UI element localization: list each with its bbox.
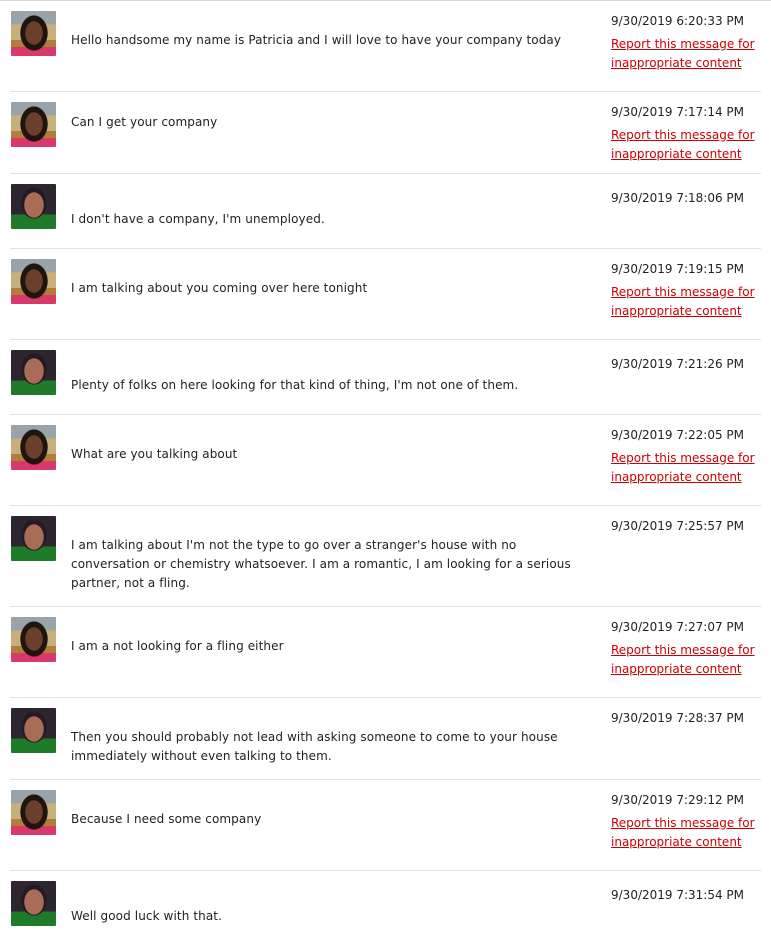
message-timestamp: 9/30/2019 7:18:06 PM	[611, 191, 745, 205]
message-text: Can I get your company	[71, 115, 218, 129]
man-avatar-icon[interactable]	[11, 184, 56, 229]
woman-avatar-icon[interactable]	[11, 11, 56, 56]
message-row: I am a not looking for a fling either 9/3…	[0, 607, 771, 698]
message-timestamp: 9/30/2019 7:27:07 PM	[611, 620, 745, 634]
message-timestamp: 9/30/2019 7:25:57 PM	[611, 519, 745, 533]
report-message-link[interactable]: Report this message for inappropriate co…	[611, 35, 761, 73]
woman-avatar-icon[interactable]	[11, 790, 56, 835]
message-text: I am talking about you coming over here …	[71, 281, 368, 295]
message-text: What are you talking about	[71, 447, 238, 461]
report-message-link[interactable]: Report this message for inappropriate co…	[611, 449, 761, 487]
report-message-link[interactable]: Report this message for inappropriate co…	[611, 814, 761, 852]
message-timestamp: 9/30/2019 7:17:14 PM	[611, 105, 745, 119]
report-message-link[interactable]: Report this message for inappropriate co…	[611, 283, 761, 321]
man-avatar-icon[interactable]	[11, 350, 56, 395]
message-thread: Hello handsome my name is Patricia and I…	[0, 1, 771, 942]
message-text: Plenty of folks on here looking for that…	[71, 378, 519, 392]
message-text: Well good luck with that.	[71, 909, 223, 923]
message-timestamp: 9/30/2019 7:31:54 PM	[611, 888, 745, 902]
message-text: Hello handsome my name is Patricia and I…	[71, 33, 562, 47]
man-avatar-icon[interactable]	[11, 881, 56, 926]
message-timestamp: 9/30/2019 7:19:15 PM	[611, 262, 745, 276]
message-row: Hello handsome my name is Patricia and I…	[0, 1, 771, 92]
man-avatar-icon[interactable]	[11, 708, 56, 753]
message-row: What are you talking about 9/30/2019 7:22…	[0, 415, 771, 506]
message-row: Plenty of folks on here looking for that…	[0, 340, 771, 415]
man-avatar-icon[interactable]	[11, 516, 56, 561]
message-row: Well good luck with that. 9/30/2019 7:31:…	[0, 871, 771, 942]
message-row: I am talking about you coming over here …	[0, 249, 771, 340]
message-row: I don't have a company, I'm unemployed. 9…	[0, 174, 771, 249]
message-timestamp: 9/30/2019 6:20:33 PM	[611, 14, 745, 28]
message-row: Can I get your company 9/30/2019 7:17:14 …	[0, 92, 771, 174]
message-text: I don't have a company, I'm unemployed.	[71, 212, 325, 226]
message-text: Because I need some company	[71, 812, 262, 826]
message-row: Because I need some company 9/30/2019 7:2…	[0, 780, 771, 871]
woman-avatar-icon[interactable]	[11, 425, 56, 470]
message-timestamp: 9/30/2019 7:21:26 PM	[611, 357, 745, 371]
message-text: I am talking about I'm not the type to g…	[71, 538, 571, 590]
report-message-link[interactable]: Report this message for inappropriate co…	[611, 126, 761, 164]
message-timestamp: 9/30/2019 7:22:05 PM	[611, 428, 745, 442]
message-row: Then you should probably not lead with a…	[0, 698, 771, 780]
message-text: Then you should probably not lead with a…	[71, 730, 558, 763]
message-row: I am talking about I'm not the type to g…	[0, 506, 771, 607]
message-timestamp: 9/30/2019 7:28:37 PM	[611, 711, 745, 725]
message-text: I am a not looking for a fling either	[71, 639, 284, 653]
woman-avatar-icon[interactable]	[11, 617, 56, 662]
woman-avatar-icon[interactable]	[11, 102, 56, 147]
message-timestamp: 9/30/2019 7:29:12 PM	[611, 793, 745, 807]
report-message-link[interactable]: Report this message for inappropriate co…	[611, 641, 761, 679]
woman-avatar-icon[interactable]	[11, 259, 56, 304]
